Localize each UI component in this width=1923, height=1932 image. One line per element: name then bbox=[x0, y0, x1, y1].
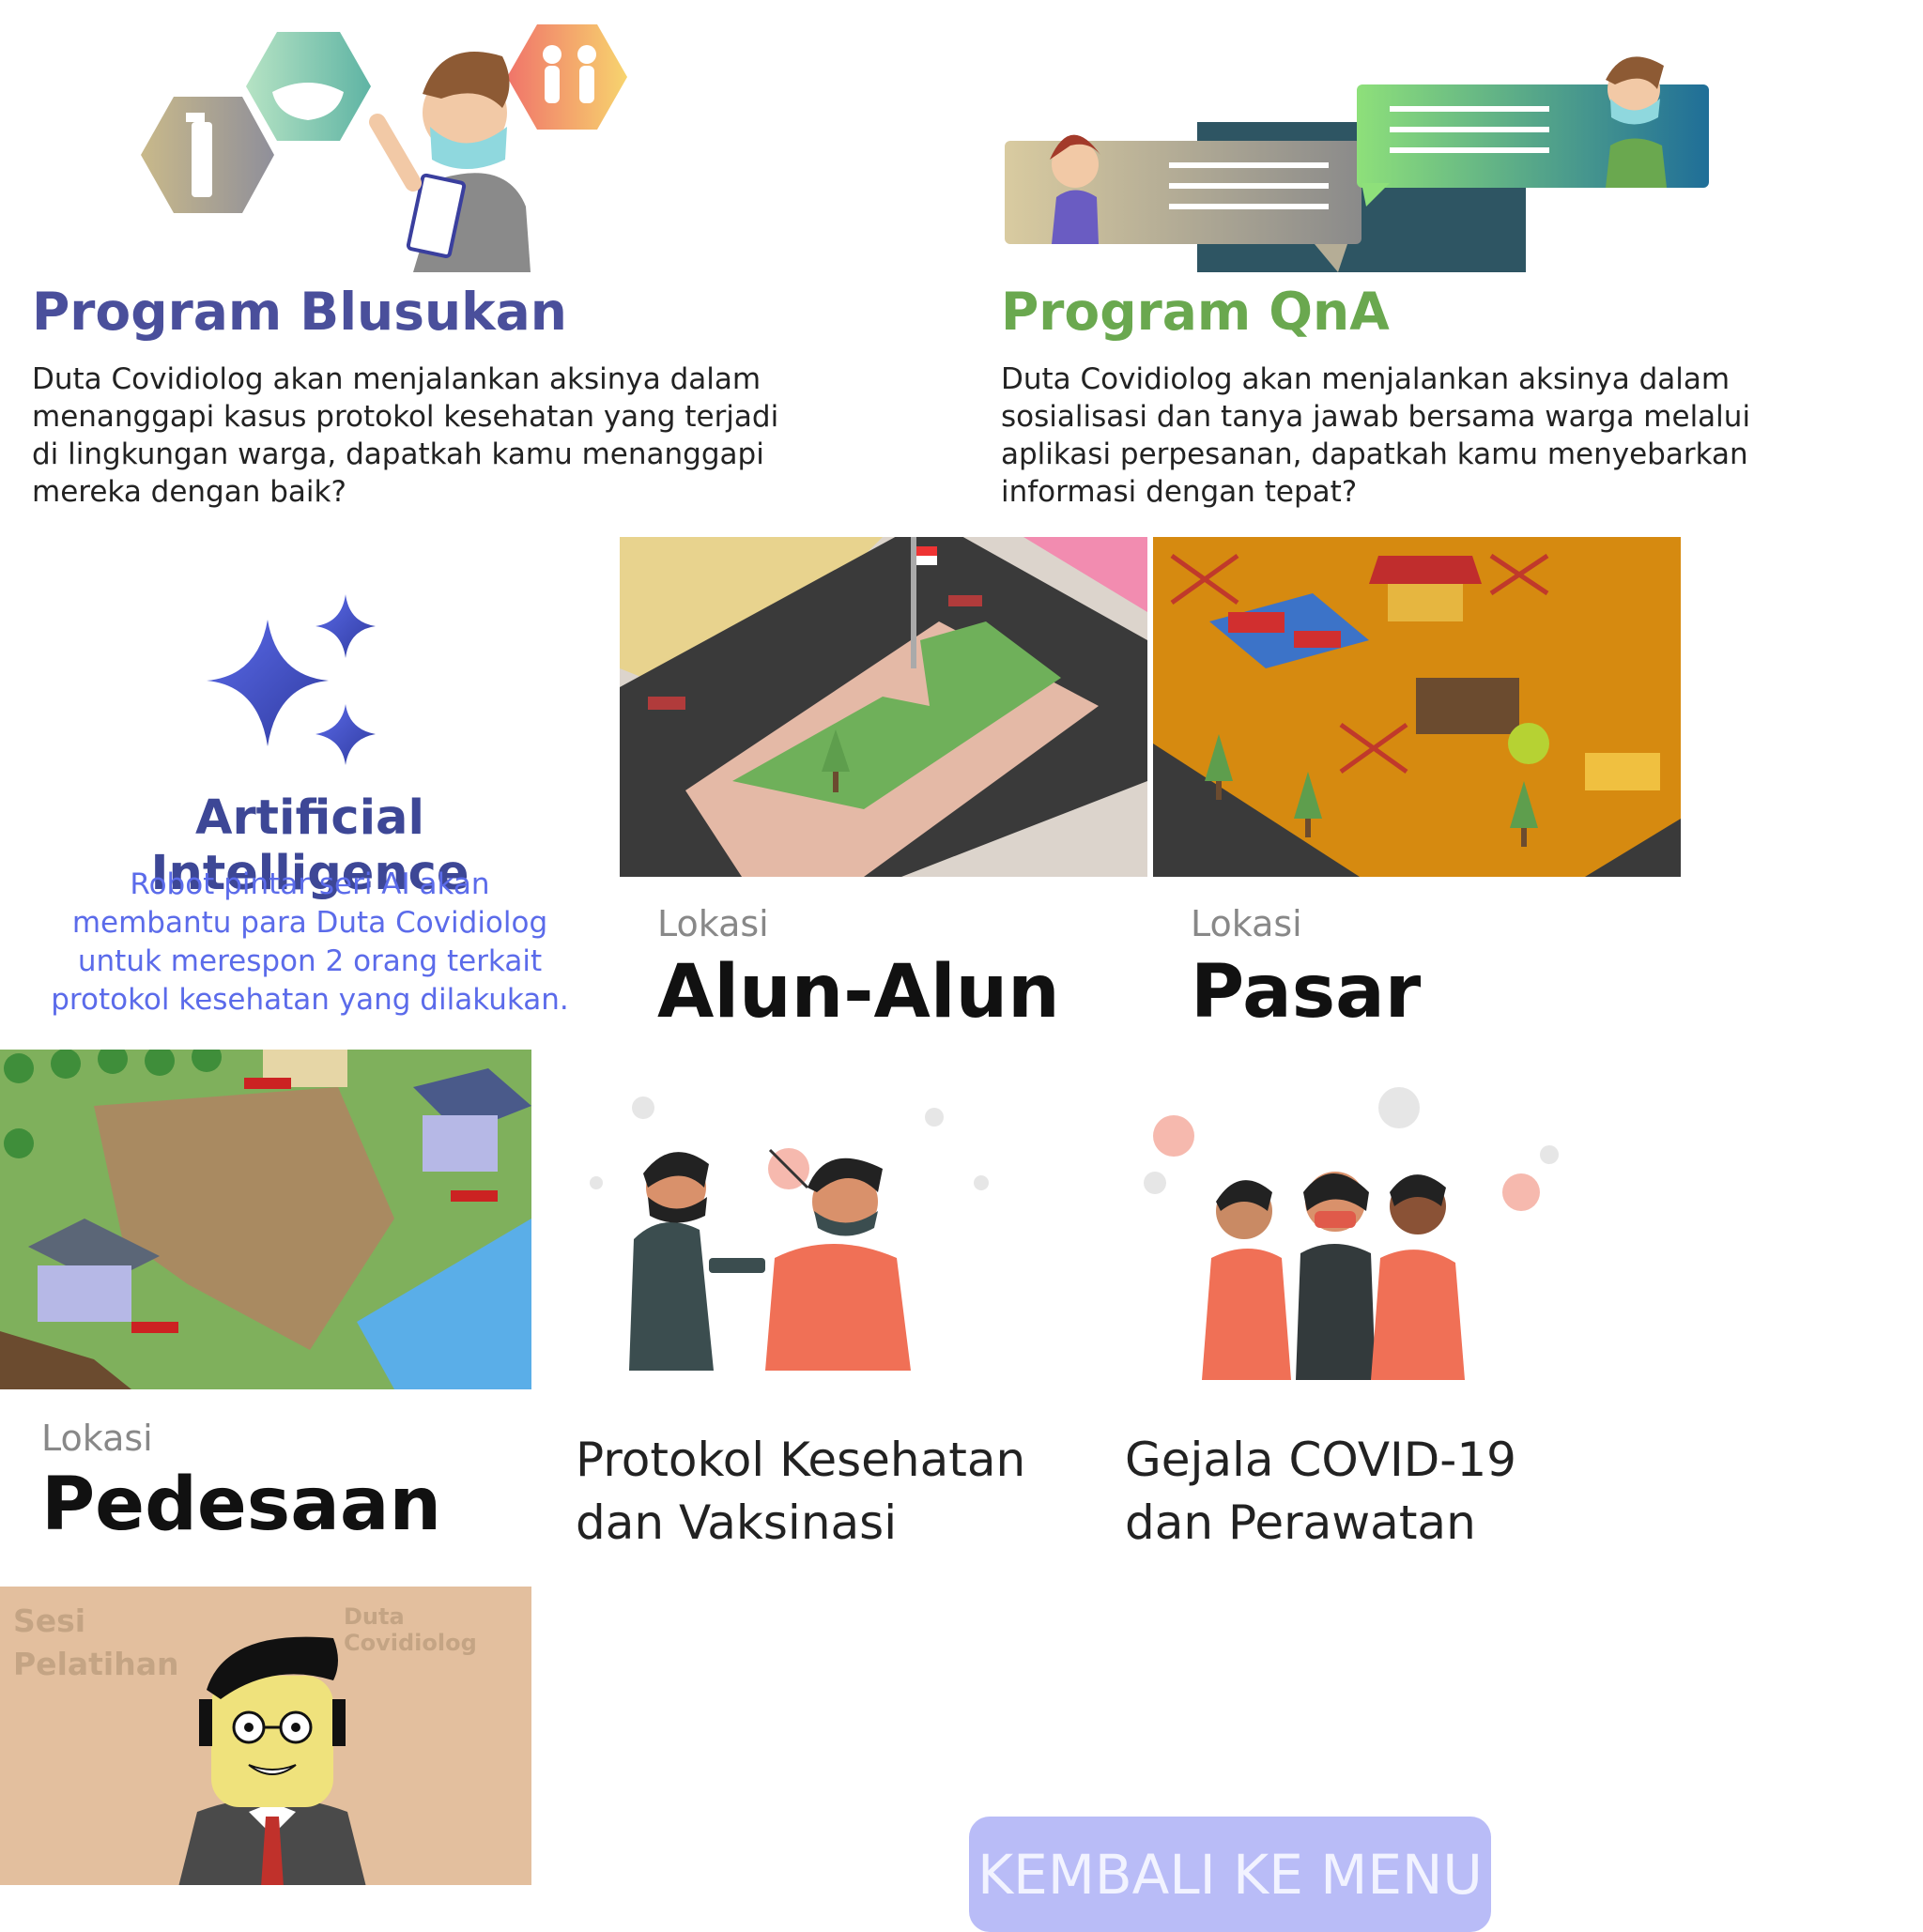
topic-card-protokol-kesehatan[interactable]: Protokol Kesehatan dan Vaksinasi bbox=[540, 1070, 1066, 1596]
program-blusukan-title: Program Blusukan bbox=[32, 282, 567, 342]
location-card-alun-alun[interactable]: Lokasi Alun-Alun bbox=[620, 537, 1147, 1053]
topic-title: Protokol Kesehatan dan Vaksinasi bbox=[576, 1433, 1026, 1550]
location-name: Pedesaan bbox=[41, 1463, 442, 1547]
location-label: Lokasi bbox=[1191, 903, 1302, 944]
trainer-avatar bbox=[178, 1636, 366, 1885]
program-qna-title: Program QnA bbox=[1001, 282, 1390, 342]
program-blusukan-description: Duta Covidiolog akan menjalankan aksinya… bbox=[32, 362, 779, 509]
topic-title: Gejala COVID-19 dan Perawatan bbox=[1125, 1433, 1516, 1550]
training-session-card[interactable]: Sesi Pelatihan Duta Covidiolog bbox=[0, 1587, 531, 1885]
pedesaan-image bbox=[0, 1050, 531, 1389]
blusukan-illustration bbox=[141, 24, 627, 272]
back-to-menu-button[interactable]: KEMBALI KE MENU bbox=[969, 1817, 1491, 1932]
alun-alun-image bbox=[620, 537, 1147, 877]
sparkle-icon bbox=[207, 594, 376, 765]
program-qna-description: Duta Covidiolog akan menjalankan aksinya… bbox=[1001, 362, 1751, 509]
ai-description: Robot pintar seri AI akan membantu para … bbox=[51, 867, 569, 1017]
location-card-pedesaan[interactable]: Lokasi Pedesaan bbox=[0, 1050, 531, 1575]
location-card-pasar[interactable]: Lokasi Pasar bbox=[1153, 537, 1681, 1053]
people-icon bbox=[507, 24, 627, 130]
qna-illustration bbox=[1005, 56, 1709, 272]
location-name: Alun-Alun bbox=[657, 950, 1060, 1035]
topic-card-gejala-covid[interactable]: Gejala COVID-19 dan Perawatan bbox=[1089, 1070, 1615, 1596]
location-name: Pasar bbox=[1191, 950, 1422, 1035]
vaccination-illustration bbox=[590, 1096, 989, 1371]
symptoms-illustration bbox=[1144, 1087, 1559, 1380]
training-title: Sesi Pelatihan bbox=[13, 1602, 179, 1682]
location-label: Lokasi bbox=[41, 1418, 153, 1459]
location-label: Lokasi bbox=[657, 903, 769, 944]
pasar-image bbox=[1153, 537, 1681, 877]
